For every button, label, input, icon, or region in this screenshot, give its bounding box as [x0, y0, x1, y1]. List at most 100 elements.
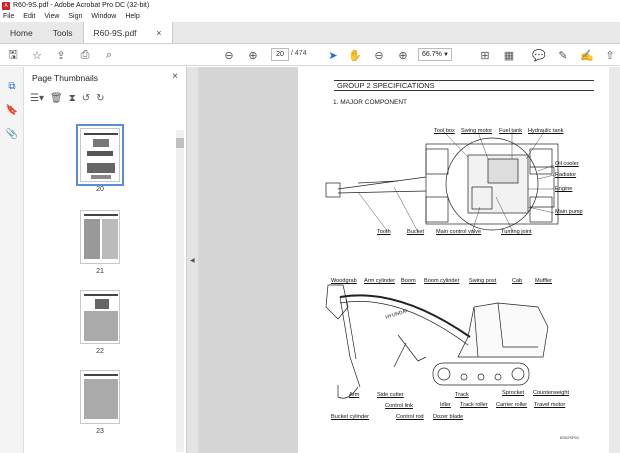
bookmark-star-icon[interactable]: ☆: [30, 48, 44, 62]
tab-document-label: R60-9S.pdf: [93, 27, 137, 38]
thumbnail-page[interactable]: [80, 370, 120, 424]
menu-bar: File Edit View Sign Window Help: [0, 11, 620, 22]
thumbnail-preview: [84, 214, 118, 259]
page-total: 474: [294, 50, 307, 57]
section-heading: GROUP 2 SPECIFICATIONS: [334, 80, 594, 91]
upload-cloud-icon[interactable]: ⇪: [54, 48, 68, 62]
label-bucket: Bucket: [407, 229, 425, 235]
section-subheading: 1. MAJOR COMPONENT: [333, 99, 408, 106]
thumbnails-scroll-thumb[interactable]: [176, 138, 184, 148]
bookmarks-icon[interactable]: 🔖: [6, 104, 18, 116]
print-icon[interactable]: ⎙: [78, 48, 92, 62]
panel-splitter[interactable]: ◀: [187, 67, 198, 453]
undo-icon[interactable]: ↺: [82, 93, 90, 104]
label-woodgrab: Woodgrab: [331, 278, 357, 284]
zoom-out-icon[interactable]: ⊖: [372, 48, 386, 62]
delete-icon[interactable]: 🗑: [50, 93, 63, 104]
search-icon[interactable]: ⌕: [102, 48, 116, 62]
label-swing-post: Swing post: [469, 278, 497, 284]
extract-pages-icon[interactable]: ⧗: [69, 93, 76, 104]
label-control-rod: Control rod: [396, 414, 424, 420]
fit-page-icon[interactable]: ⊞: [478, 48, 492, 62]
collapse-panel-icon[interactable]: ◀: [190, 257, 195, 264]
boom-marking: HYUNDAI: [385, 308, 408, 321]
page-number-input[interactable]: 20: [271, 48, 289, 61]
label-idler: Idler: [440, 402, 451, 408]
tab-home[interactable]: Home: [0, 22, 43, 43]
page-layout-icon[interactable]: ▦: [502, 48, 516, 62]
highlight-pen-icon[interactable]: ✎: [556, 48, 570, 62]
right-tools-strip: [609, 67, 620, 453]
tab-document[interactable]: R60-9S.pdf ×: [82, 22, 173, 43]
panel-title: Page Thumbnails: [32, 73, 98, 83]
zoom-dropdown[interactable]: 66.7% ▼: [418, 48, 452, 61]
label-hydraulic-tank: Hydraulic tank: [528, 128, 564, 134]
label-arm: Arm: [349, 392, 360, 398]
label-swing-motor: Swing motor: [461, 128, 493, 134]
label-boom: Boom: [401, 278, 416, 284]
page-count: / 474: [291, 50, 307, 57]
label-turning-joint: Turning joint: [501, 229, 532, 235]
page-separator: /: [291, 50, 293, 57]
label-carrier-roller: Carrier roller: [496, 402, 528, 408]
label-oil-cooler: Oil cooler: [555, 161, 579, 167]
menu-window[interactable]: Window: [91, 13, 116, 20]
label-bucket-cylinder: Bucket cylinder: [331, 414, 369, 420]
thumbnail-label: 23: [96, 428, 104, 435]
label-counterweight: Counterweight: [533, 390, 570, 396]
tab-tools[interactable]: Tools: [43, 22, 83, 43]
redo-icon[interactable]: ↻: [96, 93, 104, 104]
thumbnail-label: 21: [96, 268, 104, 275]
toolbar: [0, 44, 620, 66]
menu-file[interactable]: File: [3, 13, 14, 20]
label-dozer-blade: Dozer blade: [433, 414, 464, 420]
thumbnail-page[interactable]: [80, 210, 120, 264]
comment-icon[interactable]: 💬: [532, 48, 546, 62]
share-icon[interactable]: ⇧: [603, 48, 617, 62]
save-icon[interactable]: 🖫: [6, 48, 20, 62]
page-thumbnails-icon[interactable]: ⧉: [6, 80, 18, 92]
zoom-in-icon[interactable]: ⊕: [396, 48, 410, 62]
thumbnail-page[interactable]: [76, 124, 124, 186]
label-boom-cylinder: Boom cylinder: [424, 278, 460, 284]
next-page-icon[interactable]: ⊕: [246, 48, 260, 62]
menu-edit[interactable]: Edit: [23, 13, 35, 20]
title-bar: A R60-9S.pdf - Adobe Acrobat Pro DC (32-…: [0, 0, 620, 11]
label-radiator: Radiator: [555, 172, 577, 178]
label-track-roller: Track roller: [460, 402, 488, 408]
label-track: Track: [455, 392, 469, 398]
label-tool-box: Tool box: [434, 128, 455, 134]
label-main-pump: Main pump: [555, 209, 583, 215]
hand-tool-icon[interactable]: ✋: [348, 48, 362, 62]
thumbnail-preview: [84, 374, 118, 419]
label-sprocket: Sprocket: [502, 390, 525, 396]
attachments-icon[interactable]: 📎: [6, 128, 18, 140]
window-title: R60-9S.pdf - Adobe Acrobat Pro DC (32-bi…: [13, 2, 150, 9]
thumbnail-label: 22: [96, 348, 104, 355]
thumbnail-page[interactable]: [80, 290, 120, 344]
label-travel-motor: Travel motor: [534, 402, 566, 408]
options-menu-icon[interactable]: ☰▾: [30, 93, 44, 104]
menu-help[interactable]: Help: [125, 13, 139, 20]
close-icon[interactable]: ×: [156, 28, 161, 38]
select-arrow-icon[interactable]: ➤: [326, 48, 340, 62]
menu-view[interactable]: View: [44, 13, 59, 20]
thumbnail-preview: [84, 133, 118, 179]
sign-icon[interactable]: ✍: [580, 48, 594, 62]
panel-toolbar: ☰▾ 🗑 ⧗ ↺ ↻: [30, 93, 105, 104]
zoom-value: 66.7%: [422, 51, 442, 58]
label-fuel-tank: Fuel tank: [499, 128, 523, 134]
label-main-control-valve: Main control valve: [436, 229, 482, 235]
label-side-cutter: Side cutter: [377, 392, 404, 398]
prev-page-icon[interactable]: ⊖: [222, 48, 236, 62]
tab-bar: Home Tools R60-9S.pdf ×: [0, 22, 620, 44]
label-tooth: Tooth: [377, 229, 391, 235]
label-cab: Cab: [512, 278, 523, 284]
thumbnail-preview: [84, 294, 118, 341]
close-icon[interactable]: ×: [172, 71, 178, 82]
thumbnails-scrollbar[interactable]: [176, 130, 184, 452]
chevron-down-icon: ▼: [443, 51, 449, 58]
menu-sign[interactable]: Sign: [68, 13, 82, 20]
label-arm-cylinder: Arm cylinder: [364, 278, 396, 284]
acrobat-app-icon: A: [2, 1, 10, 10]
